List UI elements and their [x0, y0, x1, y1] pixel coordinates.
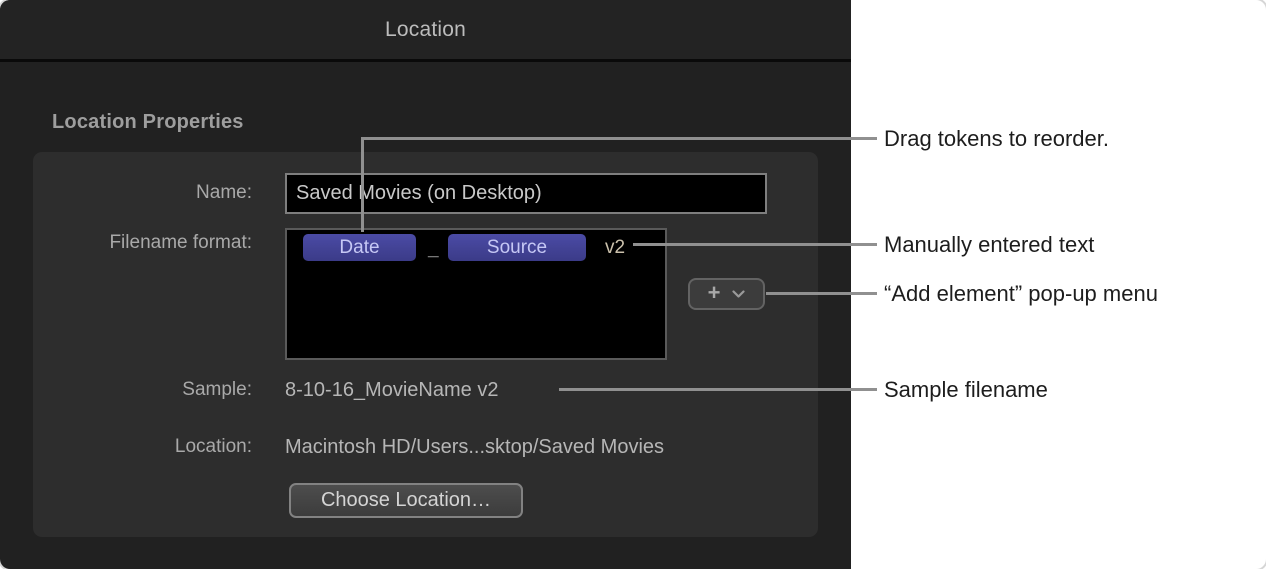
name-input[interactable]: Saved Movies (on Desktop) [285, 173, 767, 214]
section-title: Location Properties [52, 111, 244, 134]
plus-icon: + [708, 282, 721, 304]
filename-format-field[interactable]: Date _ Source v2 [285, 228, 667, 360]
screenshot-root: Location Location Properties Name: Saved… [0, 0, 1266, 569]
filename-format-label: Filename format: [33, 232, 252, 254]
callout-text-drag-tokens: Drag tokens to reorder. [884, 126, 1109, 152]
callout-text-manual-text: Manually entered text [884, 232, 1094, 258]
name-label: Name: [33, 182, 252, 204]
sample-value: 8-10-16_MovieName v2 [285, 379, 498, 402]
choose-location-label: Choose Location… [321, 489, 491, 512]
add-element-button[interactable]: + [688, 278, 765, 310]
location-value: Macintosh HD/Users...sktop/Saved Movies [285, 436, 664, 459]
manual-entered-text[interactable]: v2 [605, 237, 625, 259]
location-properties-panel: Name: Saved Movies (on Desktop) Filename… [33, 152, 818, 537]
callout-text-sample-filename: Sample filename [884, 377, 1048, 403]
choose-location-button[interactable]: Choose Location… [289, 483, 523, 518]
dialog-title: Location [385, 18, 466, 42]
name-value: Saved Movies (on Desktop) [296, 182, 542, 205]
location-dialog: Location Location Properties Name: Saved… [0, 0, 851, 569]
dialog-title-bar: Location [0, 0, 851, 62]
chevron-down-icon [732, 290, 745, 299]
location-label: Location: [33, 436, 252, 458]
separator-text: _ [428, 239, 439, 261]
token-date[interactable]: Date [303, 234, 416, 261]
callout-text-add-element: “Add element” pop-up menu [884, 281, 1158, 307]
token-source[interactable]: Source [448, 234, 586, 261]
sample-label: Sample: [33, 379, 252, 401]
